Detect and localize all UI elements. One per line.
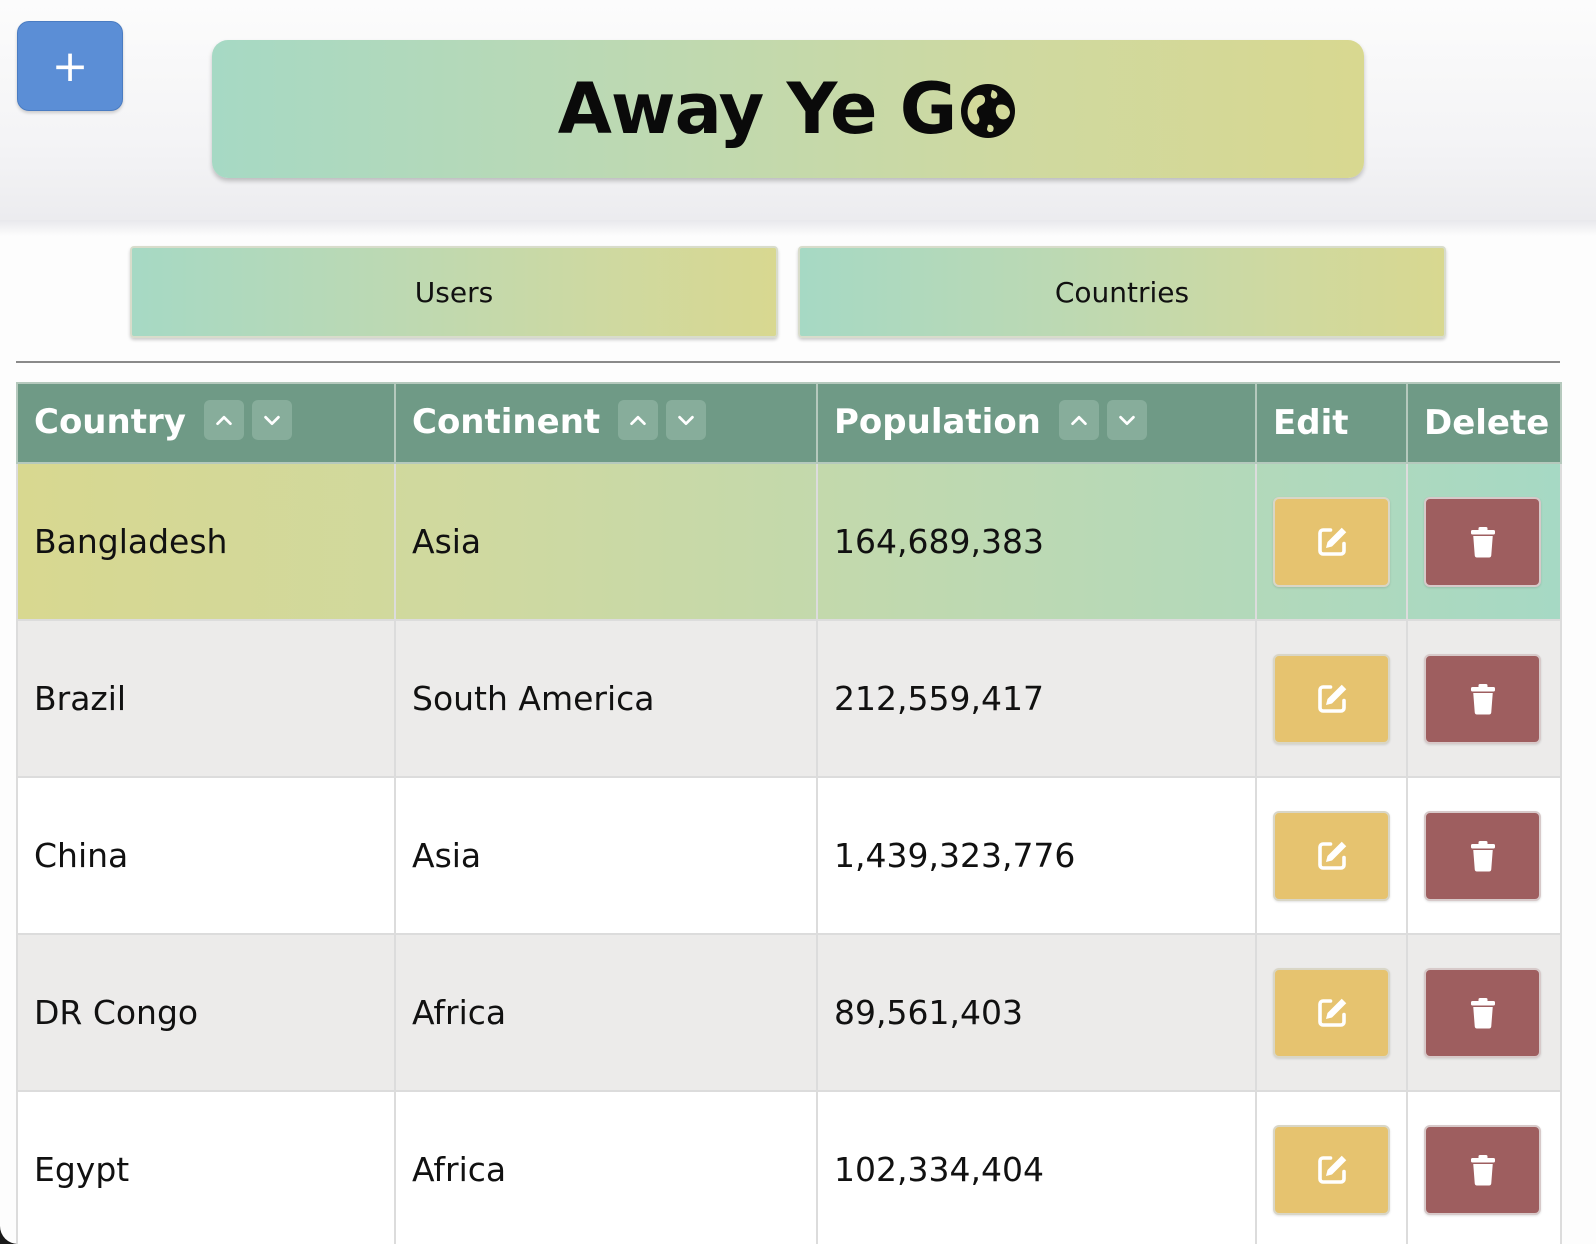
cell-delete	[1406, 933, 1562, 1092]
globe-icon	[961, 84, 1016, 138]
cell-delete	[1406, 776, 1562, 935]
edit-button[interactable]	[1273, 1124, 1390, 1215]
cell-population: 89,561,403	[816, 933, 1257, 1092]
edit-button[interactable]	[1273, 496, 1390, 587]
countries-table: Country Continent Population Edit Delete…	[16, 382, 1562, 1244]
trash-icon	[1470, 526, 1495, 557]
edit-icon	[1317, 998, 1346, 1027]
edit-button[interactable]	[1273, 653, 1390, 744]
cell-continent: Africa	[394, 933, 818, 1092]
table-row[interactable]: Egypt Africa 102,334,404	[16, 1090, 1562, 1244]
chevron-down-icon	[1119, 415, 1135, 425]
divider	[16, 361, 1560, 363]
cell-country: DR Congo	[16, 933, 396, 1092]
table-row[interactable]: DR Congo Africa 89,561,403	[16, 933, 1562, 1092]
cell-edit	[1255, 462, 1408, 621]
chevron-up-icon	[216, 415, 232, 425]
column-label-delete: Delete	[1424, 403, 1550, 443]
column-header-country: Country	[16, 382, 396, 464]
sort-asc-button[interactable]	[618, 399, 659, 440]
trash-icon	[1470, 1154, 1495, 1185]
chevron-up-icon	[1071, 415, 1087, 425]
cell-country: Bangladesh	[16, 462, 396, 621]
cell-continent: Africa	[394, 1090, 818, 1244]
table-row[interactable]: China Asia 1,439,323,776	[16, 776, 1562, 935]
cell-edit	[1255, 776, 1408, 935]
cell-continent: Asia	[394, 776, 818, 935]
delete-button[interactable]	[1424, 1124, 1541, 1215]
table-row[interactable]: Bangladesh Asia 164,689,383	[16, 462, 1562, 621]
chevron-down-icon	[678, 415, 694, 425]
cell-continent: Asia	[394, 462, 818, 621]
cell-edit	[1255, 933, 1408, 1092]
cell-delete	[1406, 619, 1562, 778]
app-title: Away Ye G	[557, 68, 957, 150]
delete-button[interactable]	[1424, 653, 1541, 744]
delete-button[interactable]	[1424, 967, 1541, 1058]
cell-population: 1,439,323,776	[816, 776, 1257, 935]
trash-icon	[1470, 840, 1495, 871]
column-header-continent: Continent	[394, 382, 818, 464]
trash-icon	[1470, 997, 1495, 1028]
table-header-row: Country Continent Population Edit Delete	[16, 382, 1562, 464]
tab-users-label: Users	[414, 275, 494, 309]
delete-button[interactable]	[1424, 496, 1541, 587]
title-banner: Away Ye G	[212, 40, 1364, 178]
delete-button[interactable]	[1424, 810, 1541, 901]
column-header-population: Population	[816, 382, 1257, 464]
sort-desc-button[interactable]	[1106, 399, 1147, 440]
sort-asc-button[interactable]	[1058, 399, 1099, 440]
column-header-edit: Edit	[1255, 382, 1408, 464]
edit-icon	[1317, 841, 1346, 870]
column-header-delete: Delete	[1406, 382, 1562, 464]
add-label: +	[51, 40, 89, 92]
cell-edit	[1255, 1090, 1408, 1244]
tab-users[interactable]: Users	[130, 246, 778, 338]
column-label-continent: Continent	[412, 402, 601, 443]
sort-desc-button[interactable]	[251, 399, 292, 440]
cell-delete	[1406, 462, 1562, 621]
cell-country: China	[16, 776, 396, 935]
edit-button[interactable]	[1273, 967, 1390, 1058]
cell-delete	[1406, 1090, 1562, 1244]
sort-desc-button[interactable]	[666, 399, 707, 440]
trash-icon	[1470, 683, 1495, 714]
cell-population: 212,559,417	[816, 619, 1257, 778]
cell-country: Egypt	[16, 1090, 396, 1244]
tab-countries-label: Countries	[1054, 275, 1190, 309]
chevron-up-icon	[630, 415, 646, 425]
column-label-population: Population	[834, 402, 1041, 443]
app-page: + Away Ye G Users Countries Country Cont…	[0, 0, 1596, 1244]
edit-icon	[1317, 527, 1346, 556]
column-label-edit: Edit	[1273, 403, 1349, 443]
add-button[interactable]: +	[17, 21, 123, 111]
cell-population: 102,334,404	[816, 1090, 1257, 1244]
cell-edit	[1255, 619, 1408, 778]
cell-country: Brazil	[16, 619, 396, 778]
cell-population: 164,689,383	[816, 462, 1257, 621]
edit-button[interactable]	[1273, 810, 1390, 901]
sort-asc-button[interactable]	[203, 399, 244, 440]
edit-icon	[1317, 684, 1346, 713]
table-row[interactable]: Brazil South America 212,559,417	[16, 619, 1562, 778]
chevron-down-icon	[264, 415, 280, 425]
edit-icon	[1317, 1155, 1346, 1184]
tab-countries[interactable]: Countries	[798, 246, 1446, 338]
cell-continent: South America	[394, 619, 818, 778]
column-label-country: Country	[34, 402, 186, 443]
